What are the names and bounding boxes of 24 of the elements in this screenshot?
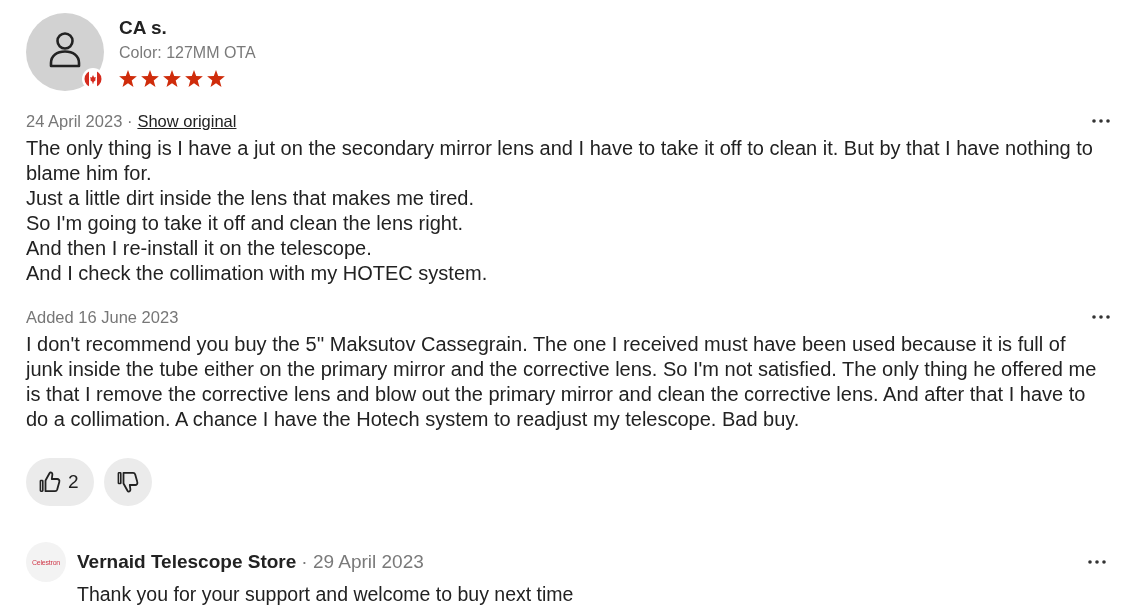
- review-date: 24 April 2023 ·: [26, 111, 133, 132]
- store-name: Vernaid Telescope Store: [77, 551, 297, 573]
- follow-up-date: Added 16 June 2023: [26, 307, 179, 328]
- reviewer-name: CA s.: [119, 17, 168, 39]
- show-original-link[interactable]: Show original: [137, 110, 237, 132]
- more-icon[interactable]: [1092, 119, 1110, 123]
- more-icon[interactable]: [1092, 315, 1110, 319]
- star-icon: [141, 70, 159, 87]
- reply-text: Thank you for your support and welcome to buy next time: [77, 582, 575, 607]
- thumbs-down-icon: [115, 470, 140, 494]
- review-text: The only thing is I have a jut on the secondary mirror lens and I have to take it off to clean it. But by that I have nothing to blame him for. Just a little dirt inside the lens that makes me tired. So I'm going to take it off and clean the lens right. And then I re-install it on the telescope. And I check the collimation with my HOTEC system.: [26, 136, 1094, 286]
- product-variant: Color: 127MM OTA: [119, 43, 256, 63]
- reply-date: · 29 April 2023: [301, 551, 424, 573]
- user-avatar-icon: [26, 13, 104, 91]
- dislike-button[interactable]: [103, 458, 152, 506]
- more-icon[interactable]: [1088, 560, 1106, 564]
- star-icon: [207, 70, 225, 87]
- star-icon: [163, 70, 181, 87]
- star-icon: [119, 70, 137, 87]
- follow-up-text: I don't recommend you buy the 5'' Maksutov Cassegrain. The one I received must have been used because it is full of junk inside the tube either on the primary mirror and the corrective lens. So I'm not satisfied. The only thing he offered me is that I remove the corrective lens and blow out the primary mirror and clean the corrective lens. And after that I have to do a collimation. A chance I have the Hotech system to readjust my telescope. Bad buy.: [26, 332, 1098, 432]
- flag-icon: [82, 68, 104, 90]
- like-button[interactable]: 2: [26, 458, 94, 506]
- thumbs-up-icon: [38, 470, 62, 494]
- star-icon: [185, 70, 203, 87]
